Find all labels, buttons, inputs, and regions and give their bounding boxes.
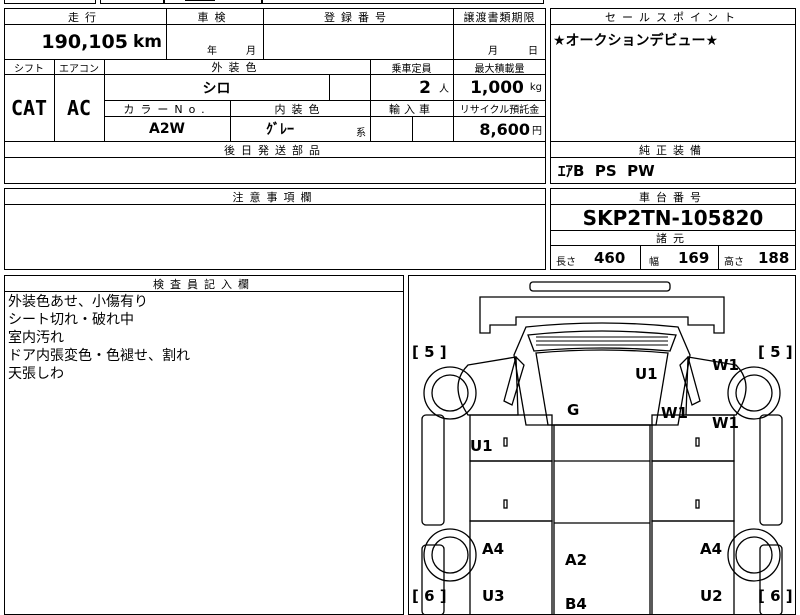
- recycle-fee-label: リサイクル預託金: [459, 105, 540, 116]
- aircon-value: AC: [66, 96, 92, 120]
- height-value: 188: [758, 249, 790, 267]
- vehicle-diagram: [ 5 ] [ 5 ] [ 6 ] [ 6 ] U1 G W1 W1 W1 U1…: [412, 281, 793, 615]
- mark-fr-fender: W1: [712, 356, 739, 374]
- width-label: 幅: [649, 257, 659, 268]
- mark-left-rear: A4: [482, 540, 504, 558]
- recycle-fee-value: 8,600: [479, 119, 530, 139]
- mark-left-front-door: U1: [470, 437, 493, 455]
- mark-roof: U1: [635, 365, 658, 383]
- mark-right-front-door: W1: [712, 414, 739, 432]
- capacity-value-cell: 2 人: [370, 75, 453, 100]
- length-value: 460: [594, 249, 626, 267]
- recycle-fee-value-cell: 8,600 円: [453, 117, 546, 141]
- front-bumper: [479, 296, 725, 334]
- hood: [535, 349, 669, 426]
- top-cut-cell-4: [262, 0, 544, 4]
- color-no-label: カラーNo.: [123, 102, 211, 116]
- mark-hood: G: [567, 401, 579, 419]
- max-load-value: 1,000: [470, 77, 524, 98]
- mileage-value: 190,105: [41, 31, 128, 53]
- width-value: 169: [678, 249, 710, 267]
- interior-color-label: 内装色: [274, 102, 326, 116]
- genuine-equipment-label: 純正装備: [639, 143, 707, 157]
- aircon-label: エアコン: [59, 63, 99, 75]
- top-cut-cell-3: [164, 0, 262, 4]
- mark-bed-floor: A2: [565, 551, 587, 569]
- caution-label: 注意事項欄: [232, 190, 318, 204]
- sales-point-text: ★オークションデビュー★: [553, 33, 719, 49]
- mark-right-rear-lower: U2: [700, 587, 723, 605]
- registration-label: 登録番号: [324, 10, 392, 24]
- right-side-strip: [759, 414, 783, 526]
- recycle-fee-unit: 円: [532, 125, 542, 137]
- transfer-month-unit: 月: [488, 46, 498, 57]
- inspector-note: 天張しわ: [8, 366, 64, 382]
- mark-pillar-right: W1: [661, 404, 688, 422]
- mark-tire-rr: [ 6 ]: [758, 587, 793, 605]
- exterior-color-label: 外装色: [211, 61, 263, 74]
- mileage-unit: km: [132, 32, 162, 52]
- sales-point-label: セールスポイント: [605, 10, 741, 24]
- length-label: 長さ: [556, 257, 576, 268]
- capacity-unit: 人: [439, 84, 449, 95]
- interior-color-suffix: 系: [356, 128, 366, 139]
- inspector-note: シート切れ・破れ中: [8, 312, 134, 328]
- center-bed: [553, 424, 651, 615]
- capacity-label: 乗車定員: [391, 63, 432, 75]
- mark-tire-rl: [ 6 ]: [412, 587, 447, 605]
- inspection-label: 車検: [197, 10, 232, 24]
- import-car-label: 輸入車: [389, 102, 434, 116]
- inspection-year-unit: 年: [207, 46, 217, 57]
- capacity-value: 2: [419, 77, 431, 98]
- mark-tire-fr: [ 5 ]: [758, 343, 793, 361]
- inspector-note: 室内汚れ: [8, 330, 64, 346]
- left-rear-door: [469, 460, 553, 522]
- mark-tire-fl: [ 5 ]: [412, 343, 447, 361]
- inspector-note: ドア内張変色・色褪せ、割れ: [8, 348, 190, 364]
- genuine-equipment-value: ｴｱB PS PW: [558, 162, 655, 180]
- transfer-deadline-label: 譲渡書類期限: [463, 10, 536, 24]
- left-side-strip: [421, 414, 445, 526]
- later-parts-label: 後日発送部品: [224, 143, 326, 157]
- mark-left-rear-lower: U3: [482, 587, 505, 605]
- color-no-value: A2W: [148, 121, 186, 137]
- interior-color-value: ｸﾞﾚｰ: [266, 122, 294, 138]
- shift-value: CAT: [10, 96, 48, 120]
- transfer-day-unit: 日: [528, 46, 538, 57]
- chassis-no-label: 車台番号: [639, 190, 707, 204]
- top-bumper-bar: [529, 281, 671, 292]
- mark-right-rear: A4: [700, 540, 722, 558]
- exterior-color-value: シロ: [202, 80, 231, 97]
- top-cut-cell-2: [100, 0, 164, 4]
- chassis-no-value: SKP2TN-105820: [582, 205, 764, 230]
- mark-rear-bottom: B4: [565, 595, 587, 613]
- inspection-month-unit: 月: [246, 46, 256, 57]
- inspector-label: 検査員記入欄: [153, 277, 255, 291]
- mileage-value-cell: 190,105 km: [4, 25, 166, 59]
- right-rear-door: [651, 460, 735, 522]
- specs-label: 諸元: [656, 232, 690, 245]
- inspector-note: 外装色あせ、小傷有り: [8, 294, 148, 310]
- max-load-label: 最大積載量: [474, 63, 525, 75]
- mileage-label: 走行: [68, 10, 102, 24]
- max-load-unit: kg: [529, 82, 542, 93]
- shift-label: シフト: [14, 63, 44, 75]
- height-label: 高さ: [724, 257, 744, 268]
- max-load-value-cell: 1,000 kg: [453, 75, 546, 100]
- vehicle-diagram-box: [ 5 ] [ 5 ] [ 6 ] [ 6 ] U1 G W1 W1 W1 U1…: [408, 275, 796, 615]
- top-cut-cell-1: [4, 0, 96, 4]
